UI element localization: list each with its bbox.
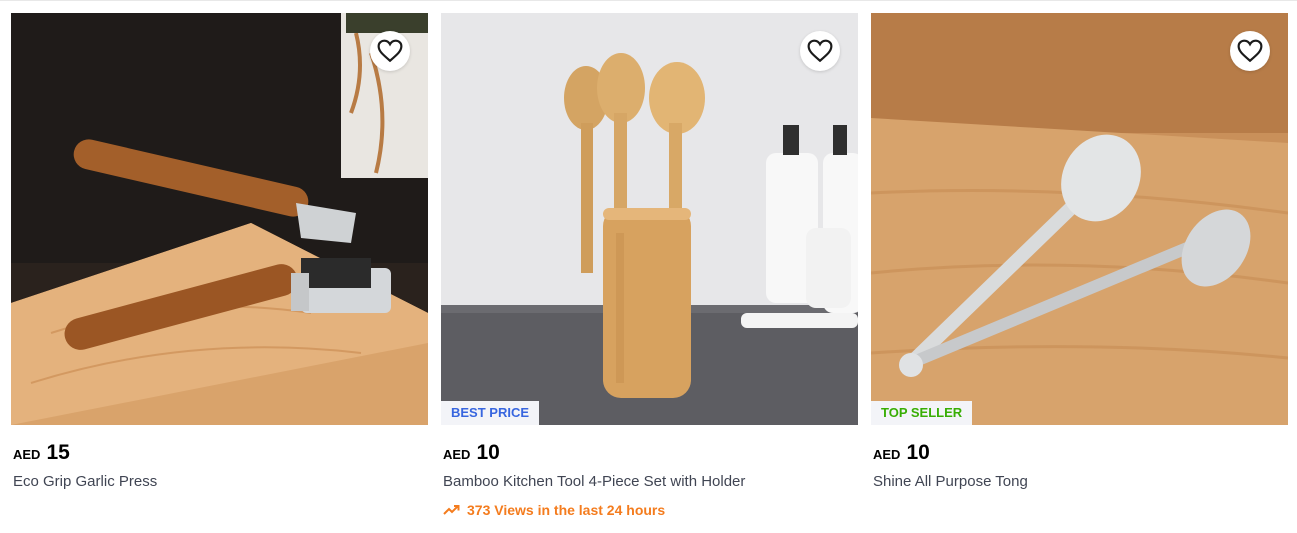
- product-title[interactable]: Eco Grip Garlic Press: [11, 473, 428, 490]
- best-price-badge: BEST PRICE: [441, 401, 540, 425]
- top-seller-badge: TOP SELLER: [871, 401, 973, 425]
- tong-photo: [871, 13, 1288, 425]
- top-divider: [0, 0, 1297, 1]
- price-currency: AED: [13, 447, 41, 462]
- garlic-press-photo: [11, 13, 428, 425]
- price-currency: AED: [443, 447, 471, 462]
- wishlist-button[interactable]: [1230, 31, 1270, 71]
- product-title[interactable]: Bamboo Kitchen Tool 4-Piece Set with Hol…: [441, 473, 858, 490]
- heart-outline-icon: [377, 39, 403, 63]
- product-price: AED 10: [441, 441, 858, 465]
- product-card-tong[interactable]: TOP SELLER AED 10 Shine All Purpose Tong: [871, 13, 1288, 518]
- price-amount: 10: [476, 441, 500, 464]
- product-card-bamboo-set[interactable]: BEST PRICE AED 10 Bamboo Kitchen Tool 4-…: [441, 13, 858, 518]
- bamboo-set-photo: [441, 13, 858, 425]
- heart-outline-icon: [1237, 39, 1263, 63]
- product-title[interactable]: Shine All Purpose Tong: [871, 473, 1288, 490]
- product-grid: AED 15 Eco Grip Garlic Press BEST PRICE …: [11, 13, 1288, 518]
- product-image[interactable]: BEST PRICE: [441, 13, 858, 425]
- views-indicator: 373 Views in the last 24 hours: [441, 502, 858, 518]
- product-card-garlic-press[interactable]: AED 15 Eco Grip Garlic Press: [11, 13, 428, 518]
- product-price: AED 15: [11, 441, 428, 465]
- trending-up-icon: [443, 505, 460, 515]
- price-amount: 15: [46, 441, 70, 464]
- heart-outline-icon: [807, 39, 833, 63]
- views-text: 373 Views in the last 24 hours: [467, 502, 666, 518]
- product-image[interactable]: TOP SELLER: [871, 13, 1288, 425]
- price-currency: AED: [873, 447, 901, 462]
- price-amount: 10: [906, 441, 930, 464]
- product-image[interactable]: [11, 13, 428, 425]
- wishlist-button[interactable]: [370, 31, 410, 71]
- product-price: AED 10: [871, 441, 1288, 465]
- wishlist-button[interactable]: [800, 31, 840, 71]
